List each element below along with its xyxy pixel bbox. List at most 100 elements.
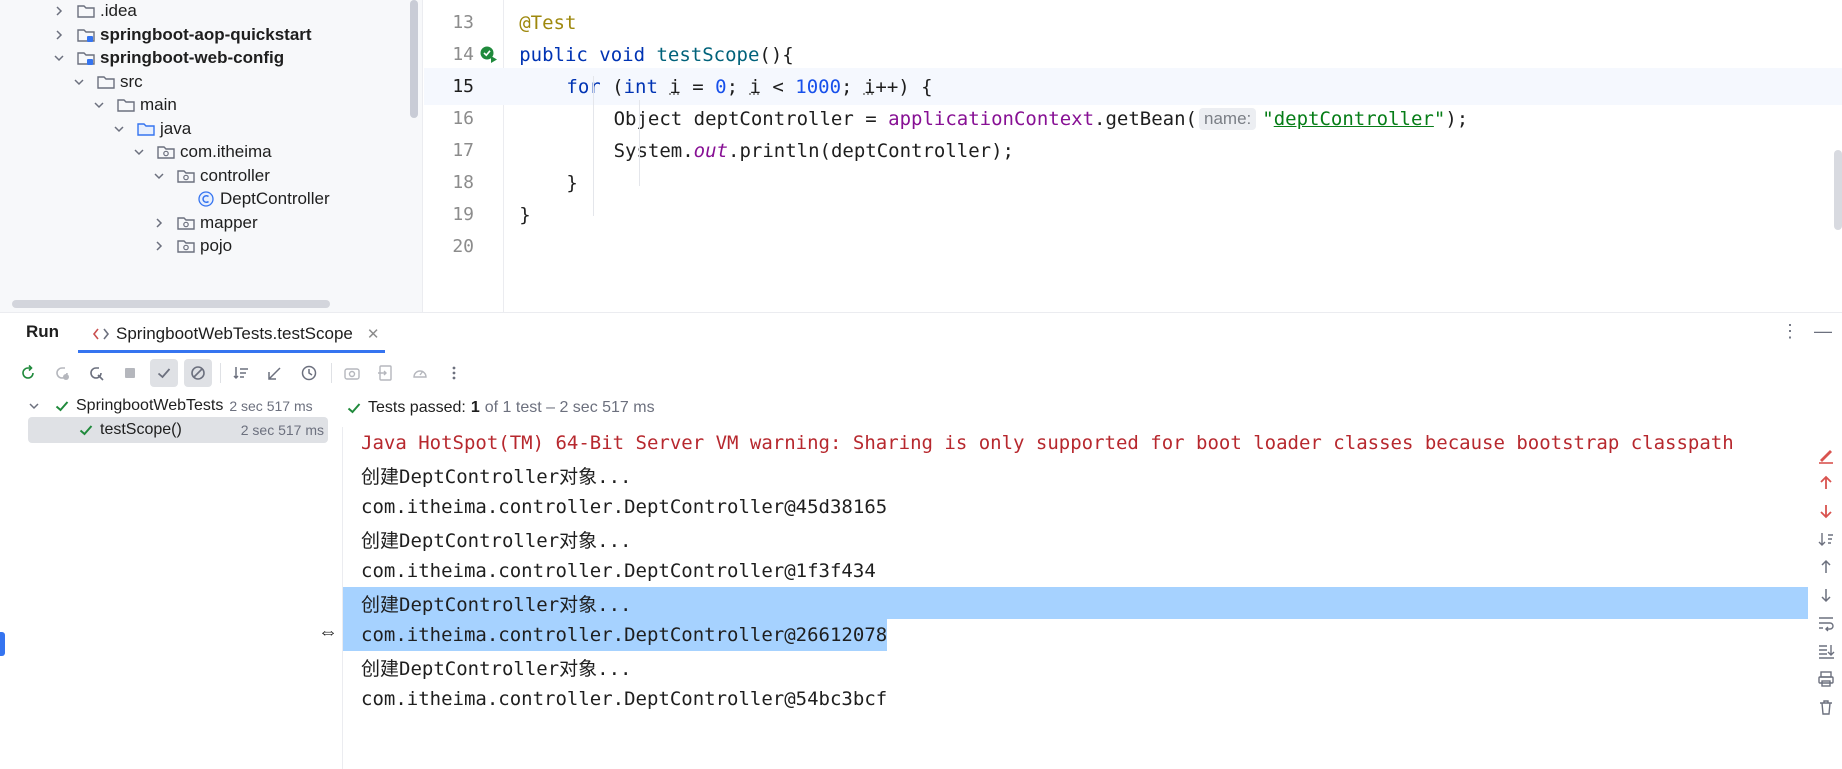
console-line-text: 创建DeptController对象... [361, 462, 631, 489]
code-token: System. [614, 140, 694, 162]
arrow-down-icon[interactable] [1816, 501, 1836, 521]
chevron-placeholder [172, 192, 186, 206]
chevron-right-icon[interactable] [152, 216, 166, 230]
scroll-down-icon[interactable] [1816, 585, 1836, 605]
tree-item[interactable]: com.itheima [0, 139, 423, 165]
console-line-text: 创建DeptController对象... [361, 590, 631, 617]
test-suite-name: SpringbootWebTests [76, 397, 223, 415]
console-side-toolbar [1808, 427, 1842, 769]
run-tab[interactable]: SpringbootWebTests.testScope ✕ [92, 319, 379, 349]
tree-item[interactable]: java [0, 116, 423, 142]
history-icon[interactable] [295, 359, 323, 387]
chevron-down-icon[interactable] [152, 169, 166, 183]
clear-highlight-icon[interactable] [1816, 445, 1836, 465]
rerun-failed-icon[interactable] [48, 359, 76, 387]
tree-item-label: .idea [100, 1, 137, 21]
tree-item-label: java [160, 119, 191, 139]
chevron-right-icon[interactable] [152, 239, 166, 253]
folder-icon [116, 96, 136, 114]
line-number: 16 [424, 108, 474, 129]
rerun-icon[interactable] [14, 359, 42, 387]
line-number: 18 [424, 172, 474, 193]
check-icon [78, 422, 94, 438]
code-text: } [519, 204, 530, 226]
toolbar-separator [220, 363, 221, 383]
code-token: i [750, 76, 761, 98]
chevron-down-icon[interactable] [28, 400, 44, 412]
code-token: } [519, 204, 530, 226]
sort-down-icon[interactable] [1816, 529, 1836, 549]
tree-item[interactable]: main [0, 92, 423, 118]
tree-item[interactable]: springboot-web-config [0, 45, 423, 71]
coverage-icon[interactable] [406, 359, 434, 387]
code-text: public void testScope(){ [519, 44, 794, 66]
camera-icon[interactable] [338, 359, 366, 387]
console-line-text: com.itheima.controller.DeptController@54… [361, 688, 887, 710]
chevron-down-icon[interactable] [112, 122, 126, 136]
active-tab-indicator [78, 350, 385, 353]
chevron-down-icon[interactable] [92, 98, 106, 112]
chevron-down-icon[interactable] [132, 145, 146, 159]
code-token: ); [1445, 108, 1468, 130]
folder-icon [76, 2, 96, 20]
import-tests-icon[interactable] [372, 359, 400, 387]
toggle-auto-test-icon[interactable] [82, 359, 110, 387]
resize-horizontal-icon[interactable]: ⇔ [318, 621, 338, 644]
code-text: } [566, 172, 577, 194]
console-output[interactable]: Java HotSpot(TM) 64-Bit Server VM warnin… [342, 427, 1808, 769]
status-suffix: of 1 test – 2 sec 517 ms [485, 399, 655, 417]
collapse-icon[interactable] [261, 359, 289, 387]
code-token: " [1262, 108, 1273, 130]
console-line: 创建DeptController对象... [343, 587, 1808, 619]
more-options-icon[interactable] [440, 359, 468, 387]
editor-scrollbar[interactable] [1834, 150, 1842, 230]
code-token: i [864, 76, 875, 98]
tree-item[interactable]: mapper [0, 210, 423, 236]
code-text: @Test [519, 12, 576, 34]
close-icon[interactable]: ✕ [367, 325, 380, 343]
test-status: Tests passed: 1 of 1 test – 2 sec 517 ms [346, 399, 655, 417]
stop-icon[interactable] [116, 359, 144, 387]
scroll-to-end-icon[interactable] [1816, 641, 1836, 661]
code-token: .getBean( [1094, 108, 1197, 130]
console-line: com.itheima.controller.DeptController@26… [343, 619, 887, 651]
chevron-down-icon[interactable] [72, 75, 86, 89]
tree-item[interactable]: pojo [0, 233, 423, 259]
tree-item-label: src [120, 72, 143, 92]
print-icon[interactable] [1816, 669, 1836, 689]
console-line: 创建DeptController对象... [343, 523, 631, 555]
show-passed-icon[interactable] [150, 359, 178, 387]
show-ignored-icon[interactable] [184, 359, 212, 387]
chevron-down-icon[interactable] [52, 51, 66, 65]
tree-item-label: mapper [200, 213, 258, 233]
tree-item[interactable]: springboot-aop-quickstart [0, 22, 423, 48]
tree-item-label: springboot-web-config [100, 48, 284, 68]
tree-item[interactable]: controller [0, 163, 423, 189]
tree-item-label: main [140, 95, 177, 115]
scroll-up-icon[interactable] [1816, 557, 1836, 577]
tree-item-label: pojo [200, 236, 232, 256]
more-options-icon[interactable]: ⋮ [1779, 321, 1801, 342]
code-line[interactable]: 20 [424, 228, 1842, 265]
sort-icon[interactable] [227, 359, 255, 387]
chevron-right-icon[interactable] [52, 4, 66, 18]
tree-horizontal-scrollbar[interactable] [12, 300, 330, 308]
tree-item[interactable]: src [0, 69, 423, 95]
arrow-up-icon[interactable] [1816, 473, 1836, 493]
code-token: (){ [759, 44, 793, 66]
tree-vertical-scrollbar[interactable] [410, 0, 418, 118]
tree-item[interactable]: DeptController [0, 186, 423, 212]
test-duration: 2 sec 517 ms [229, 398, 312, 414]
code-token: int [624, 76, 670, 98]
trash-icon[interactable] [1816, 697, 1836, 717]
minimize-icon[interactable]: — [1812, 321, 1834, 342]
test-suite-row[interactable]: SpringbootWebTests 2 sec 517 ms [28, 393, 313, 419]
test-case-row[interactable]: testScope() 2 sec 517 ms [28, 417, 328, 443]
run-tool-window: Run SpringbootWebTests.testScope ✕ ⋮ — S… [0, 312, 1842, 769]
tree-item[interactable]: .idea [0, 0, 423, 24]
soft-wrap-icon[interactable] [1816, 613, 1836, 633]
chevron-right-icon[interactable] [52, 28, 66, 42]
code-token: i [669, 76, 680, 98]
code-editor[interactable]: 13 @Test 14 public void testScope(){15 for (… [424, 0, 1842, 312]
run-test-gutter-icon[interactable] [474, 45, 504, 65]
